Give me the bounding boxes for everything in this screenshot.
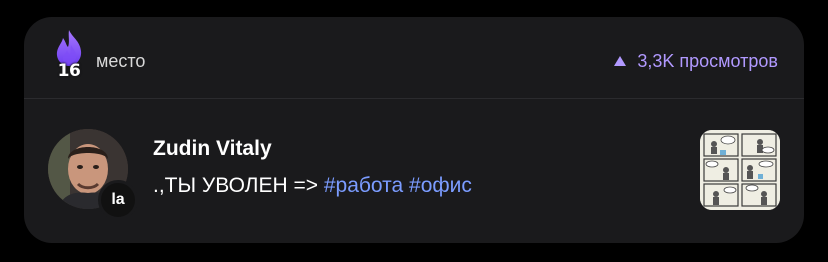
post-thumbnail[interactable] — [700, 130, 780, 210]
rank-number: 16 — [57, 61, 81, 81]
hashtag-rabota[interactable]: #работа — [324, 174, 403, 197]
post-row[interactable]: la Zudin Vitaly .,ТЫ УВОЛЕН => #работа #… — [24, 99, 804, 243]
triangle-up-icon — [614, 56, 627, 66]
author-name[interactable]: Zudin Vitaly — [153, 137, 272, 161]
post-title[interactable]: .,ТЫ УВОЛЕН => #работа #офис — [153, 173, 472, 199]
author-badge: la — [98, 180, 138, 220]
views-text: 3,3K просмотров — [637, 51, 778, 71]
hashtag-ofis[interactable]: #офис — [409, 174, 472, 197]
post-card[interactable]: 16 место 3,3K просмотров la Zudin Vitaly… — [24, 17, 804, 243]
card-header: 16 место 3,3K просмотров — [24, 17, 804, 99]
views-counter: 3,3K просмотров — [613, 51, 778, 71]
post-title-text: .,ТЫ УВОЛЕН => — [153, 174, 318, 197]
rank-label: место — [96, 51, 146, 71]
comic-thumbnail-icon — [700, 130, 780, 210]
rank-badge: 16 — [50, 28, 88, 84]
